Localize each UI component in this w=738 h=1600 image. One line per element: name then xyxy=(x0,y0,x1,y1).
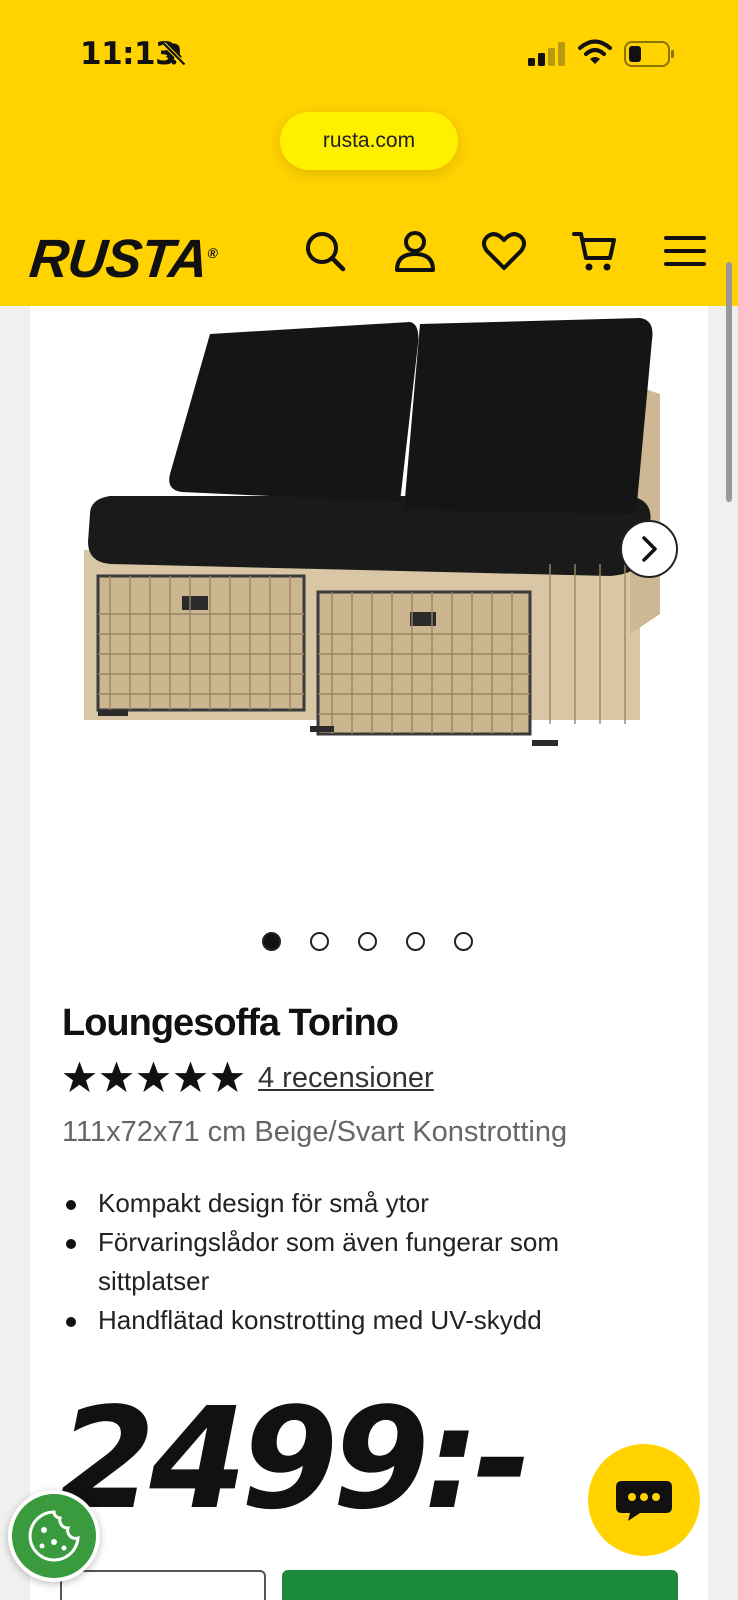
feature-item: Handflätad konstrotting med UV-skydd xyxy=(62,1301,662,1340)
heart-icon[interactable] xyxy=(481,228,527,274)
reviews-link[interactable]: 4 recensioner xyxy=(258,1062,434,1095)
gallery-pagination xyxy=(262,932,473,956)
rusta-logo[interactable]: RUSTA® xyxy=(27,228,220,290)
gallery-dot[interactable] xyxy=(262,932,281,951)
star-icon xyxy=(100,1061,133,1093)
wifi-icon xyxy=(578,39,612,64)
star-icon xyxy=(174,1061,207,1093)
cellular-signal-icon xyxy=(528,42,565,66)
chat-button[interactable] xyxy=(588,1444,700,1556)
page-scrollbar[interactable] xyxy=(726,262,732,502)
chevron-right-icon xyxy=(642,536,657,562)
product-title: Loungesoffa Torino xyxy=(62,1002,399,1044)
gallery-next-button[interactable] xyxy=(620,520,678,578)
logo-text: RUSTA xyxy=(26,229,211,289)
account-icon[interactable] xyxy=(392,228,438,274)
chat-bubble-icon xyxy=(616,1481,672,1521)
gallery-dot[interactable] xyxy=(310,932,329,951)
cart-icon[interactable] xyxy=(572,228,618,274)
url-bar[interactable]: rusta.com xyxy=(280,112,458,170)
gallery-dot[interactable] xyxy=(406,932,425,951)
product-price: 2499:- xyxy=(58,1378,532,1541)
product-image[interactable] xyxy=(70,314,670,774)
logo-trademark: ® xyxy=(206,245,218,261)
menu-icon[interactable] xyxy=(662,228,708,274)
product-subtitle: 111x72x71 cm Beige/Svart Konstrotting xyxy=(62,1116,568,1148)
feature-item: Förvaringslådor som även fungerar som si… xyxy=(62,1223,662,1301)
header-bar: 11:13 rusta.com RUSTA® xyxy=(0,0,738,306)
star-icon xyxy=(63,1061,96,1093)
quantity-button[interactable] xyxy=(60,1570,266,1600)
site-nav: RUSTA® xyxy=(0,210,738,290)
battery-icon xyxy=(624,41,674,67)
gallery-dot[interactable] xyxy=(454,932,473,951)
silent-bell-icon xyxy=(162,42,186,66)
star-icon xyxy=(137,1061,170,1093)
cookie-settings-button[interactable] xyxy=(8,1490,100,1582)
search-icon[interactable] xyxy=(302,228,348,274)
add-to-cart-button[interactable] xyxy=(282,1570,678,1600)
gallery-dot[interactable] xyxy=(358,932,377,951)
status-bar: 11:13 xyxy=(0,0,738,100)
rating-stars xyxy=(62,1060,245,1095)
feature-item: Kompakt design för små ytor xyxy=(62,1184,662,1223)
cookie-icon xyxy=(28,1510,80,1562)
star-icon xyxy=(211,1061,244,1093)
feature-list: Kompakt design för små ytor Förvaringslå… xyxy=(62,1184,662,1340)
